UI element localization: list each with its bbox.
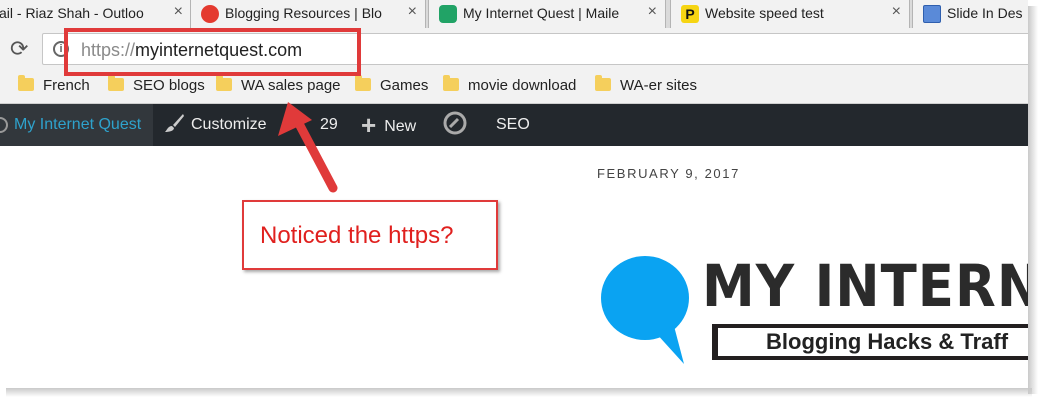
annotation-arrow [278,102,338,193]
annotation-callout: Noticed the https? [242,200,498,270]
screenshot: ail - Riaz Shah - Outloo × Blogging Reso… [0,0,1028,388]
screenshot-shadow-bottom [6,388,1032,397]
callout-text: Noticed the https? [260,222,454,249]
screenshot-shadow-right [1028,6,1038,394]
